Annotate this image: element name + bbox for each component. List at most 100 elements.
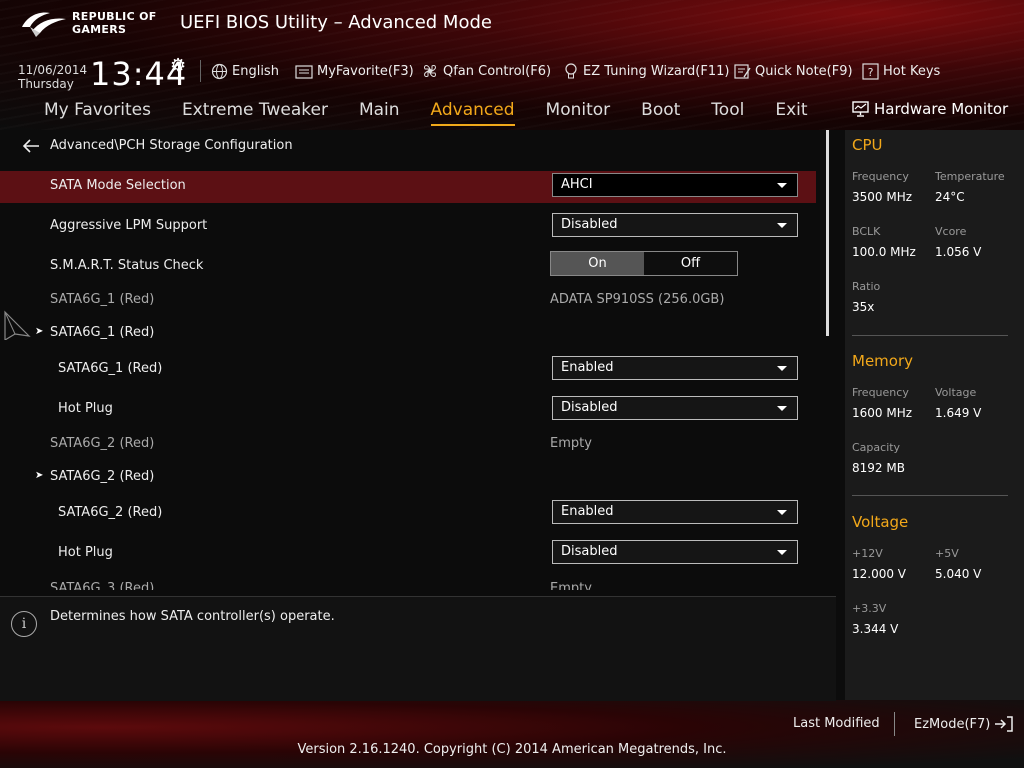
sata1-enable-dropdown[interactable]: Enabled bbox=[552, 356, 798, 380]
v33-label: +3.3V bbox=[852, 602, 887, 615]
qfan-label: Qfan Control(F6) bbox=[443, 63, 552, 79]
tab-monitor[interactable]: Monitor bbox=[546, 100, 611, 126]
gear-icon[interactable]: ⚙ bbox=[170, 55, 186, 76]
cpu-temperature-value: 24°C bbox=[935, 190, 965, 204]
setting-label: SATA Mode Selection bbox=[50, 178, 186, 193]
sata-mode-dropdown[interactable]: AHCI bbox=[552, 173, 798, 197]
monitor-icon bbox=[852, 101, 869, 117]
info-label: SATA6G_1 (Red) bbox=[50, 292, 155, 307]
tab-boot[interactable]: Boot bbox=[641, 100, 680, 126]
bclk-value: 100.0 MHz bbox=[852, 245, 916, 259]
submenu-sata1[interactable]: ➤ SATA6G_1 (Red) bbox=[0, 318, 816, 350]
scrollbar[interactable] bbox=[826, 130, 829, 336]
ez-tuning-label: EZ Tuning Wizard(F11) bbox=[583, 63, 730, 79]
breadcrumb-text: Advanced\PCH Storage Configuration bbox=[50, 138, 293, 153]
vcore-value: 1.056 V bbox=[935, 245, 982, 259]
note-icon bbox=[734, 63, 751, 79]
toggle-on[interactable]: On bbox=[551, 252, 644, 275]
brand-name: REPUBLIC OF GAMERS bbox=[72, 10, 157, 36]
capacity-label: Capacity bbox=[852, 441, 901, 454]
smart-toggle[interactable]: On Off bbox=[550, 251, 738, 276]
setting-label: SATA6G_2 (Red) bbox=[58, 505, 163, 520]
dropdown-value: Disabled bbox=[561, 400, 618, 415]
qfan-button[interactable]: Qfan Control(F6) bbox=[421, 62, 551, 80]
setting-aggressive-lpm[interactable]: Aggressive LPM Support Disabled bbox=[0, 211, 816, 243]
help-text: Determines how SATA controller(s) operat… bbox=[50, 609, 335, 624]
setting-label: Hot Plug bbox=[58, 401, 113, 416]
copyright-text: Version 2.16.1240. Copyright (C) 2014 Am… bbox=[297, 742, 727, 757]
tab-exit[interactable]: Exit bbox=[775, 100, 807, 126]
tab-main[interactable]: Main bbox=[359, 100, 400, 126]
setting-sata2-hotplug[interactable]: Hot Plug Disabled bbox=[0, 538, 816, 570]
info-label: SATA6G_2 (Red) bbox=[50, 436, 155, 451]
breadcrumb: Advanced\PCH Storage Configuration bbox=[22, 138, 293, 153]
date-text: 11/06/2014 bbox=[18, 63, 88, 77]
tab-extreme-tweaker[interactable]: Extreme Tweaker bbox=[182, 100, 328, 126]
expand-arrow-icon: ➤ bbox=[35, 326, 44, 337]
language-label: English bbox=[232, 63, 279, 79]
v5-value: 5.040 V bbox=[935, 567, 982, 581]
help-panel: i Determines how SATA controller(s) oper… bbox=[0, 597, 836, 701]
dropdown-value: Disabled bbox=[561, 217, 618, 232]
cpu-frequency-label: Frequency bbox=[852, 170, 909, 183]
setting-sata1-enable[interactable]: SATA6G_1 (Red) Enabled bbox=[0, 354, 816, 386]
sata1-hotplug-dropdown[interactable]: Disabled bbox=[552, 396, 798, 420]
setting-label: S.M.A.R.T. Status Check bbox=[50, 258, 204, 273]
submenu-sata2[interactable]: ➤ SATA6G_2 (Red) bbox=[0, 462, 816, 494]
footer-background bbox=[0, 700, 1024, 768]
footer-divider bbox=[894, 712, 895, 736]
chevron-down-icon bbox=[777, 550, 787, 555]
quick-note-button[interactable]: Quick Note(F9) bbox=[734, 62, 853, 80]
v12-value: 12.000 V bbox=[852, 567, 907, 581]
svg-text:?: ? bbox=[868, 66, 874, 79]
memory-frequency-label: Frequency bbox=[852, 386, 909, 399]
ezmode-label: EzMode(F7) bbox=[914, 716, 991, 732]
question-icon: ? bbox=[862, 62, 879, 80]
language-button[interactable]: English bbox=[211, 62, 279, 80]
tab-tool[interactable]: Tool bbox=[711, 100, 744, 126]
info-label: SATA6G_3 (Red) bbox=[50, 581, 155, 590]
v33-value: 3.344 V bbox=[852, 622, 899, 636]
setting-label: Aggressive LPM Support bbox=[50, 218, 208, 233]
info-value: ADATA SP910SS (256.0GB) bbox=[550, 292, 725, 307]
sata2-enable-dropdown[interactable]: Enabled bbox=[552, 500, 798, 524]
setting-sata-mode[interactable]: SATA Mode Selection AHCI bbox=[0, 171, 816, 203]
last-modified-button[interactable]: Last Modified bbox=[793, 716, 880, 731]
chevron-down-icon bbox=[777, 406, 787, 411]
chevron-down-icon bbox=[777, 183, 787, 188]
section-divider bbox=[852, 335, 1008, 336]
info-sata2: SATA6G_2 (Red) Empty bbox=[0, 429, 816, 461]
voltage-section-title: Voltage bbox=[852, 513, 909, 531]
dropdown-value: Disabled bbox=[561, 544, 618, 559]
chevron-down-icon bbox=[777, 223, 787, 228]
hardware-monitor-title: Hardware Monitor bbox=[852, 100, 1008, 118]
back-arrow-icon[interactable] bbox=[22, 138, 40, 153]
hot-keys-button[interactable]: ? Hot Keys bbox=[862, 62, 940, 80]
info-value: Empty bbox=[550, 436, 592, 451]
v12-label: +12V bbox=[852, 547, 883, 560]
memory-section-title: Memory bbox=[852, 352, 914, 370]
myfavorite-button[interactable]: MyFavorite(F3) bbox=[295, 62, 414, 80]
ez-tuning-button[interactable]: EZ Tuning Wizard(F11) bbox=[563, 62, 729, 80]
ratio-value: 35x bbox=[852, 300, 875, 314]
ratio-label: Ratio bbox=[852, 280, 881, 293]
hot-keys-label: Hot Keys bbox=[883, 63, 941, 79]
main-navigation: My Favorites Extreme Tweaker Main Advanc… bbox=[44, 100, 839, 126]
tab-my-favorites[interactable]: My Favorites bbox=[44, 100, 151, 126]
mouse-cursor-icon bbox=[4, 310, 31, 340]
info-icon: i bbox=[11, 611, 37, 637]
fan-icon bbox=[424, 65, 436, 77]
cpu-section-title: CPU bbox=[852, 136, 883, 154]
setting-smart-check[interactable]: S.M.A.R.T. Status Check On Off bbox=[0, 251, 816, 283]
app-title: UEFI BIOS Utility – Advanced Mode bbox=[180, 12, 492, 33]
setting-sata2-enable[interactable]: SATA6G_2 (Red) Enabled bbox=[0, 498, 816, 530]
tab-advanced[interactable]: Advanced bbox=[430, 100, 515, 126]
toggle-off[interactable]: Off bbox=[644, 252, 737, 275]
setting-sata1-hotplug[interactable]: Hot Plug Disabled bbox=[0, 394, 816, 426]
lpm-dropdown[interactable]: Disabled bbox=[552, 213, 798, 237]
ezmode-button[interactable]: EzMode(F7) bbox=[914, 716, 1014, 732]
brand-line-1: REPUBLIC OF bbox=[72, 10, 157, 23]
sata2-hotplug-dropdown[interactable]: Disabled bbox=[552, 540, 798, 564]
setting-label: Hot Plug bbox=[58, 545, 113, 560]
hardware-monitor-label: Hardware Monitor bbox=[874, 100, 1009, 118]
